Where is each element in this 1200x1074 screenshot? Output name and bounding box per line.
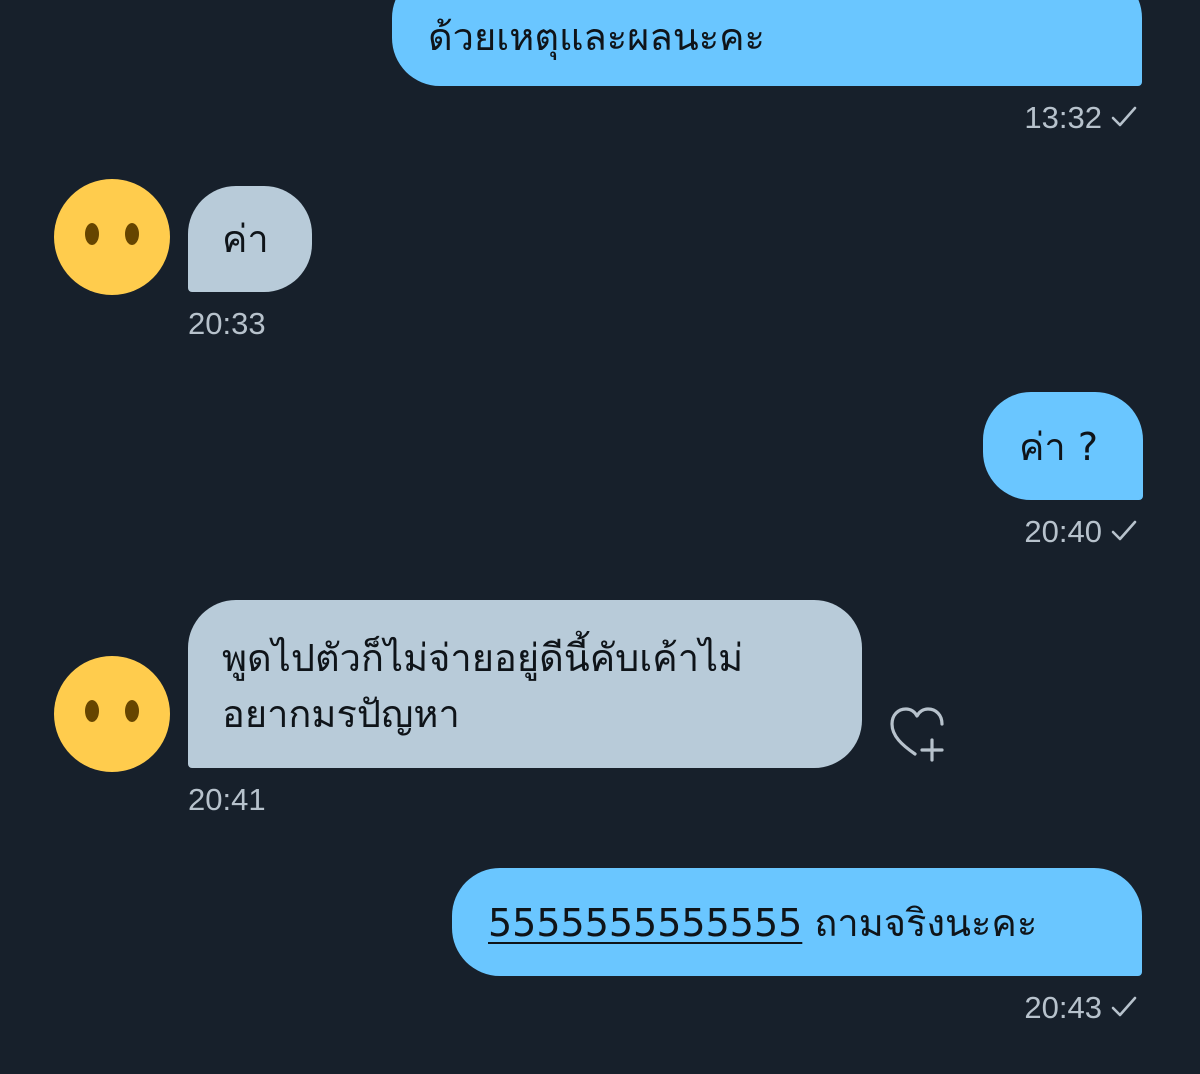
message-text-line: พูดไปตัวก็ไม่จ่ายอยู่ดีนี้คับเค้าไม่ [222,636,744,680]
checkmark-icon [1111,996,1137,1017]
message-timestamp: 20:43 [1024,990,1138,1026]
message-timestamp: 20:41 [188,782,266,817]
neutral-face-emoji-icon[interactable] [54,656,170,772]
message-link[interactable]: 5555555555555 [488,901,802,945]
heart-plus-icon[interactable] [888,704,954,764]
message-text: ค่า [222,217,269,261]
message-bubble-outgoing[interactable]: ค่า ? [983,392,1143,500]
message-text-line: อยากมรปัญหา [222,692,460,736]
checkmark-icon [1111,520,1137,541]
message-timestamp: 20:33 [188,306,266,341]
message-text: ถามจริงนะคะ [802,901,1038,945]
message-text: ค่า ? [1019,425,1099,469]
message-bubble-outgoing[interactable]: ด้วยเหตุและผลนะคะ [392,0,1142,86]
checkmark-icon [1111,106,1137,127]
message-timestamp: 13:32 [1024,100,1138,136]
message-text: ด้วยเหตุและผลนะคะ [428,15,765,59]
message-bubble-incoming[interactable]: ค่า [188,186,312,292]
neutral-face-emoji-icon[interactable] [54,179,170,295]
message-bubble-incoming[interactable]: พูดไปตัวก็ไม่จ่ายอยู่ดีนี้คับเค้าไม่ อยา… [188,600,862,768]
message-timestamp: 20:40 [1024,514,1138,550]
message-bubble-outgoing[interactable]: 5555555555555 ถามจริงนะคะ [452,868,1142,976]
